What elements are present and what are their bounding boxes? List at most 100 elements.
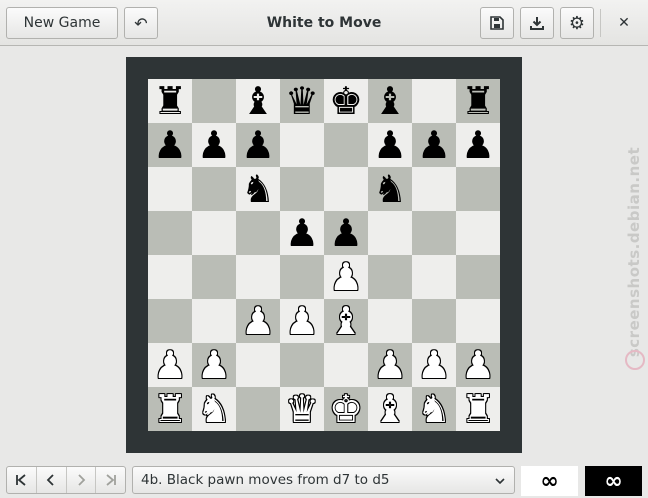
- square-h3[interactable]: [456, 299, 500, 343]
- square-b6[interactable]: [192, 167, 236, 211]
- square-b3[interactable]: [192, 299, 236, 343]
- square-h2[interactable]: ♟: [456, 343, 500, 387]
- white-rook-icon[interactable]: ♜: [148, 387, 192, 431]
- square-f4[interactable]: [368, 255, 412, 299]
- square-c8[interactable]: ♝: [236, 79, 280, 123]
- white-rook-icon[interactable]: ♜: [456, 387, 500, 431]
- square-f5[interactable]: [368, 211, 412, 255]
- square-c6[interactable]: ♞: [236, 167, 280, 211]
- square-h7[interactable]: ♟: [456, 123, 500, 167]
- square-a5[interactable]: [148, 211, 192, 255]
- black-pawn-icon[interactable]: ♟: [280, 211, 324, 255]
- square-e7[interactable]: [324, 123, 368, 167]
- square-e4[interactable]: ♟: [324, 255, 368, 299]
- square-f3[interactable]: [368, 299, 412, 343]
- white-pawn-icon[interactable]: ♟: [456, 343, 500, 387]
- download-button[interactable]: [520, 7, 554, 39]
- square-d4[interactable]: [280, 255, 324, 299]
- black-pawn-icon[interactable]: ♟: [368, 123, 412, 167]
- new-game-button[interactable]: New Game: [6, 7, 118, 39]
- white-knight-icon[interactable]: ♞: [192, 387, 236, 431]
- white-pawn-icon[interactable]: ♟: [148, 343, 192, 387]
- square-d7[interactable]: [280, 123, 324, 167]
- close-button[interactable]: ✕: [610, 12, 638, 34]
- square-a2[interactable]: ♟: [148, 343, 192, 387]
- square-c5[interactable]: [236, 211, 280, 255]
- square-a6[interactable]: [148, 167, 192, 211]
- square-g4[interactable]: [412, 255, 456, 299]
- black-bishop-icon[interactable]: ♝: [368, 79, 412, 123]
- white-pawn-icon[interactable]: ♟: [368, 343, 412, 387]
- square-b1[interactable]: ♞: [192, 387, 236, 431]
- square-f2[interactable]: ♟: [368, 343, 412, 387]
- save-button[interactable]: [480, 7, 514, 39]
- white-king-icon[interactable]: ♚: [324, 387, 368, 431]
- white-knight-icon[interactable]: ♞: [412, 387, 456, 431]
- square-a4[interactable]: [148, 255, 192, 299]
- white-pawn-icon[interactable]: ♟: [280, 299, 324, 343]
- black-pawn-icon[interactable]: ♟: [456, 123, 500, 167]
- square-g1[interactable]: ♞: [412, 387, 456, 431]
- white-pawn-icon[interactable]: ♟: [192, 343, 236, 387]
- square-c2[interactable]: [236, 343, 280, 387]
- move-history-select[interactable]: 4b. Black pawn moves from d7 to d5: [132, 466, 515, 494]
- square-a3[interactable]: [148, 299, 192, 343]
- white-pawn-icon[interactable]: ♟: [324, 255, 368, 299]
- white-bishop-icon[interactable]: ♝: [324, 299, 368, 343]
- square-b8[interactable]: [192, 79, 236, 123]
- white-pawn-icon[interactable]: ♟: [236, 299, 280, 343]
- square-h4[interactable]: [456, 255, 500, 299]
- square-c3[interactable]: ♟: [236, 299, 280, 343]
- square-c4[interactable]: [236, 255, 280, 299]
- square-e2[interactable]: [324, 343, 368, 387]
- black-rook-icon[interactable]: ♜: [148, 79, 192, 123]
- next-move-button[interactable]: [67, 467, 97, 493]
- square-d5[interactable]: ♟: [280, 211, 324, 255]
- square-a8[interactable]: ♜: [148, 79, 192, 123]
- last-move-button[interactable]: [96, 467, 125, 493]
- chess-board[interactable]: ♜ ♝ ♛ ♚ ♝ ♜ ♟ ♟ ♟ ♟ ♟ ♟ ♞ ♞ ♟ ♟ ♟ ♟ ♟ ♝ ♟ ♟ ♟ ♟ ♟ ♜ ♞ ♛ ♚ ♝ ♞ ♜: [148, 79, 500, 431]
- square-a1[interactable]: ♜: [148, 387, 192, 431]
- square-f1[interactable]: ♝: [368, 387, 412, 431]
- square-g6[interactable]: [412, 167, 456, 211]
- white-bishop-icon[interactable]: ♝: [368, 387, 412, 431]
- square-g7[interactable]: ♟: [412, 123, 456, 167]
- square-e1[interactable]: ♚: [324, 387, 368, 431]
- square-c7[interactable]: ♟: [236, 123, 280, 167]
- black-pawn-icon[interactable]: ♟: [192, 123, 236, 167]
- square-e8[interactable]: ♚: [324, 79, 368, 123]
- black-king-icon[interactable]: ♚: [324, 79, 368, 123]
- square-d3[interactable]: ♟: [280, 299, 324, 343]
- square-h1[interactable]: ♜: [456, 387, 500, 431]
- square-b5[interactable]: [192, 211, 236, 255]
- square-g5[interactable]: [412, 211, 456, 255]
- square-c1[interactable]: [236, 387, 280, 431]
- square-f8[interactable]: ♝: [368, 79, 412, 123]
- settings-button[interactable]: ⚙: [560, 7, 594, 39]
- square-f7[interactable]: ♟: [368, 123, 412, 167]
- square-e3[interactable]: ♝: [324, 299, 368, 343]
- black-bishop-icon[interactable]: ♝: [236, 79, 280, 123]
- white-queen-icon[interactable]: ♛: [280, 387, 324, 431]
- square-h6[interactable]: [456, 167, 500, 211]
- square-d1[interactable]: ♛: [280, 387, 324, 431]
- square-d6[interactable]: [280, 167, 324, 211]
- black-rook-icon[interactable]: ♜: [456, 79, 500, 123]
- square-b7[interactable]: ♟: [192, 123, 236, 167]
- square-b4[interactable]: [192, 255, 236, 299]
- square-d2[interactable]: [280, 343, 324, 387]
- square-f6[interactable]: ♞: [368, 167, 412, 211]
- square-b2[interactable]: ♟: [192, 343, 236, 387]
- square-g8[interactable]: [412, 79, 456, 123]
- black-queen-icon[interactable]: ♛: [280, 79, 324, 123]
- black-pawn-icon[interactable]: ♟: [236, 123, 280, 167]
- black-pawn-icon[interactable]: ♟: [148, 123, 192, 167]
- first-move-button[interactable]: [7, 467, 37, 493]
- square-e6[interactable]: [324, 167, 368, 211]
- black-knight-icon[interactable]: ♞: [236, 167, 280, 211]
- square-g2[interactable]: ♟: [412, 343, 456, 387]
- white-pawn-icon[interactable]: ♟: [412, 343, 456, 387]
- square-h5[interactable]: [456, 211, 500, 255]
- black-pawn-icon[interactable]: ♟: [324, 211, 368, 255]
- square-e5[interactable]: ♟: [324, 211, 368, 255]
